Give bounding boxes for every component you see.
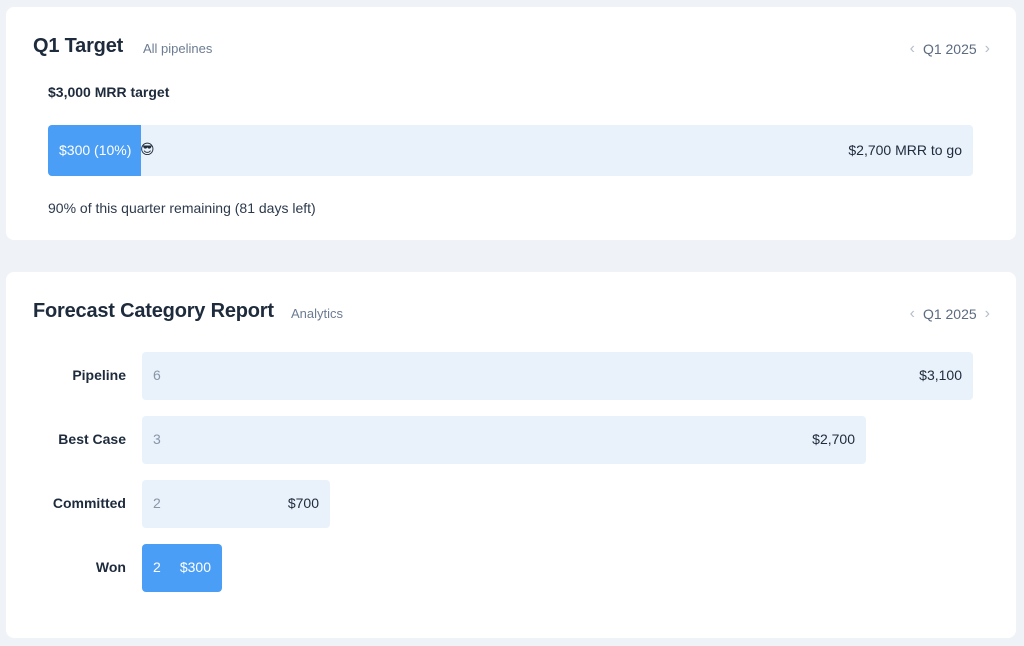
chevron-left-icon[interactable]: ‹ — [910, 41, 915, 57]
chevron-right-icon[interactable]: › — [985, 41, 990, 57]
card-title: Q1 Target — [33, 35, 124, 57]
quarter-remaining-text: 90% of this quarter remaining (81 days l… — [48, 200, 316, 216]
card-title: Forecast Category Report — [33, 300, 274, 322]
forecast-bar-won[interactable]: 2 $300 — [142, 544, 222, 592]
goal-progress-fill: $300 (10%) — [48, 125, 141, 176]
goal-label: $3,000 MRR target — [48, 84, 170, 100]
category-label: Won — [95, 559, 126, 575]
deal-count: 2 — [153, 559, 161, 575]
category-label: Pipeline — [72, 367, 126, 383]
chevron-left-icon[interactable]: ‹ — [910, 306, 915, 322]
goal-progress-bar: $300 (10%) 😎 $2,700 MRR to go — [48, 125, 973, 176]
progress-label: $300 (10%) — [59, 142, 132, 158]
period-label: Q1 2025 — [922, 306, 977, 322]
deal-count: 3 — [153, 431, 161, 447]
forecast-bar-pipeline[interactable]: 6 $3,100 — [142, 352, 973, 400]
chevron-right-icon[interactable]: › — [985, 306, 990, 322]
card-subtitle: Analytics — [291, 306, 344, 321]
card-subtitle: All pipelines — [143, 41, 213, 56]
forecast-category-card: Forecast Category Report Analytics ‹ Q1 … — [6, 272, 1016, 638]
forecast-bar-committed[interactable]: 2 $700 — [142, 480, 330, 528]
deal-count: 6 — [153, 367, 161, 383]
category-label: Best Case — [58, 431, 126, 447]
forecast-bar-best-case[interactable]: 3 $2,700 — [142, 416, 866, 464]
period-selector: ‹ Q1 2025 › — [910, 41, 990, 58]
category-label: Committed — [52, 495, 126, 511]
amount-label: $3,100 — [919, 367, 962, 383]
deal-count: 2 — [153, 495, 161, 511]
forecast-row: Committed 2 $700 — [6, 480, 1016, 528]
forecast-row: Won 2 $300 — [6, 544, 1016, 592]
to-go-label: $2,700 MRR to go — [848, 142, 962, 158]
sunglasses-emoji-icon: 😎 — [140, 141, 155, 157]
amount-label: $300 — [179, 559, 211, 575]
period-label: Q1 2025 — [922, 41, 977, 57]
q1-target-card: Q1 Target All pipelines ‹ Q1 2025 › $3,0… — [6, 7, 1016, 240]
forecast-row: Best Case 3 $2,700 — [6, 416, 1016, 464]
amount-label: $2,700 — [812, 431, 855, 447]
period-selector: ‹ Q1 2025 › — [910, 306, 990, 323]
forecast-row: Pipeline 6 $3,100 — [6, 352, 1016, 400]
amount-label: $700 — [287, 495, 319, 511]
